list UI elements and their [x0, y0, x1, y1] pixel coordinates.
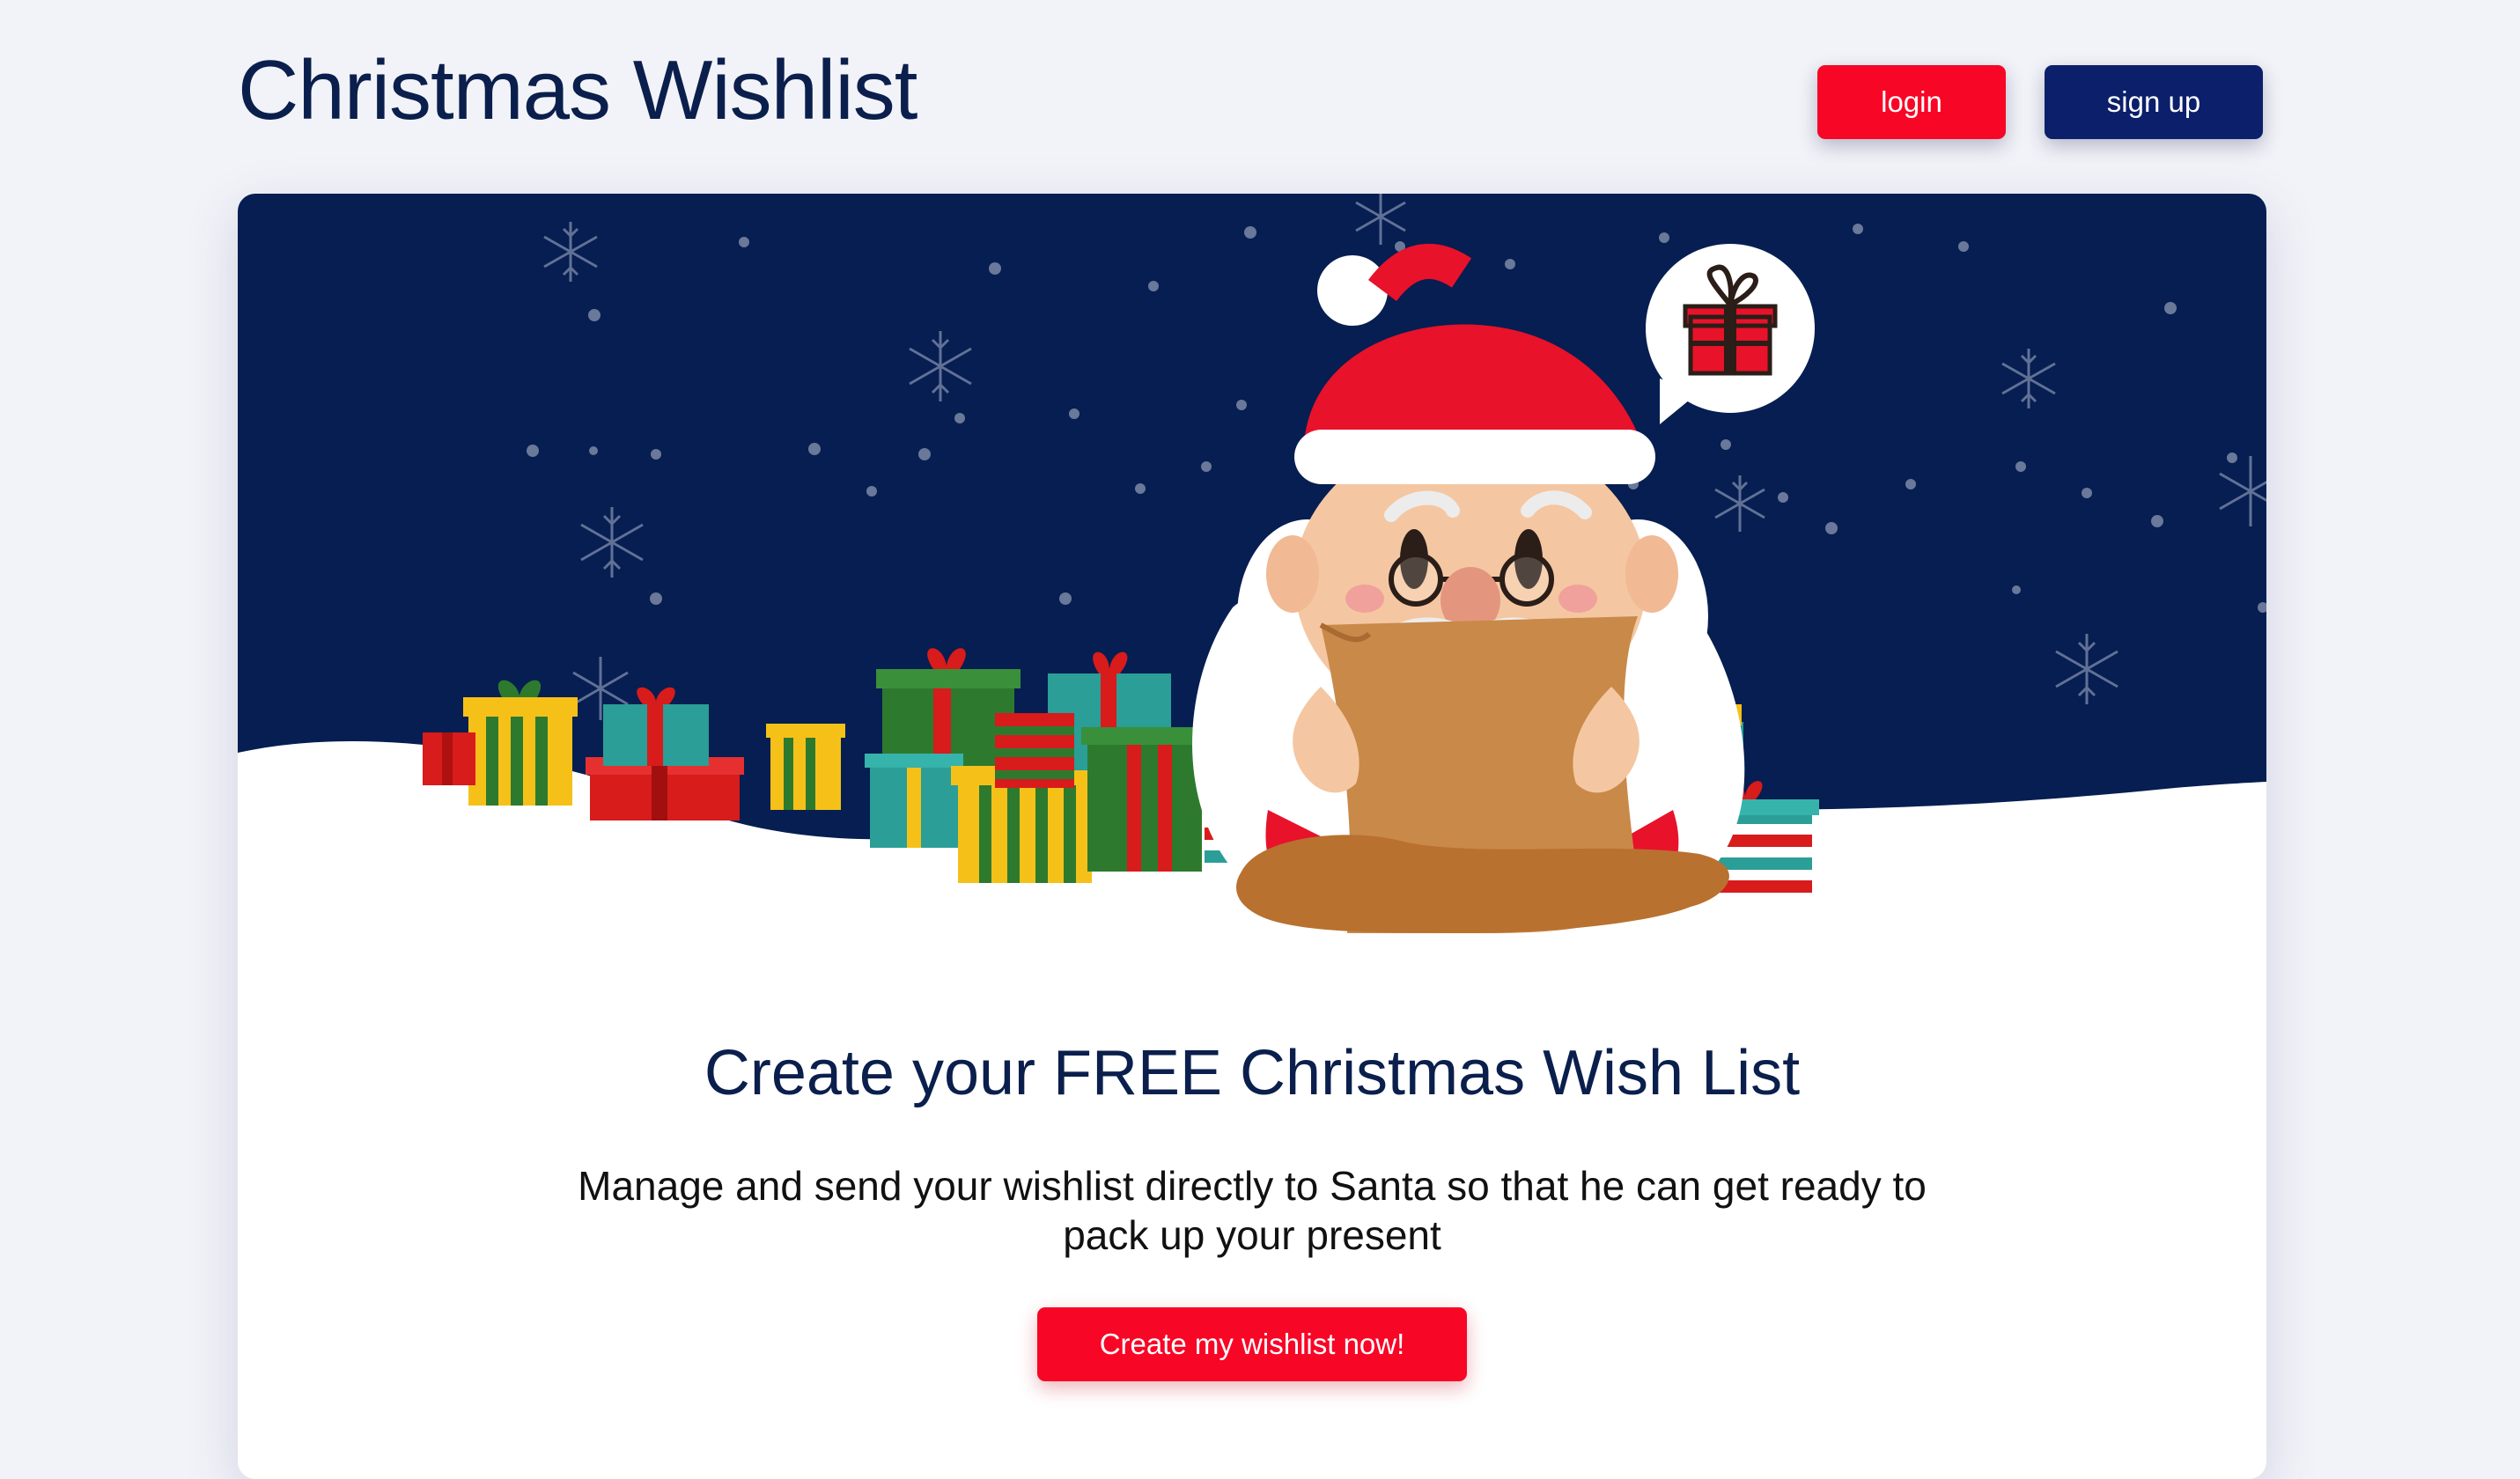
hero-content: Create your FREE Christmas Wish List Man… — [238, 1038, 2266, 1382]
hero-card: Create your FREE Christmas Wish List Man… — [238, 194, 2266, 1479]
signup-button[interactable]: sign up — [2045, 65, 2263, 139]
login-button[interactable]: login — [1817, 65, 2006, 139]
site-header: Christmas Wishlist login sign up — [238, 35, 2265, 150]
page-headline: Create your FREE Christmas Wish List — [704, 1038, 1801, 1108]
page-description: Manage and send your wishlist directly t… — [578, 1163, 1927, 1259]
create-wishlist-button[interactable]: Create my wishlist now! — [1037, 1307, 1467, 1382]
santa-illustration — [238, 194, 2266, 986]
site-title: Christmas Wishlist — [238, 43, 917, 137]
